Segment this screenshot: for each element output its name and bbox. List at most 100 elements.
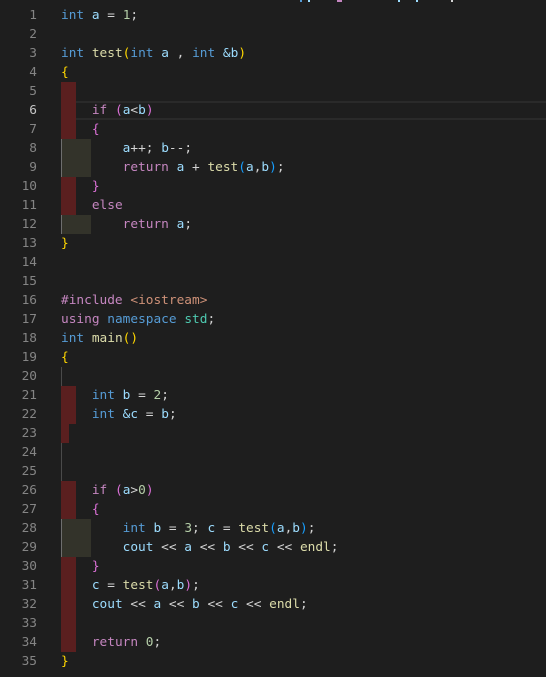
- code-line[interactable]: 26 if (a>0): [0, 481, 546, 500]
- code-line[interactable]: 33: [0, 614, 546, 633]
- code-line[interactable]: 28 int b = 3; c = test(a,b);: [0, 519, 546, 538]
- code-line[interactable]: 20: [0, 367, 546, 386]
- line-number[interactable]: 28: [0, 519, 37, 538]
- code-line[interactable]: 2: [0, 25, 546, 44]
- code-text[interactable]: }: [61, 557, 100, 576]
- code-line[interactable]: 15: [0, 272, 546, 291]
- code-text[interactable]: else: [61, 196, 123, 215]
- code-line[interactable]: 9 return a + test(a,b);: [0, 158, 546, 177]
- code-line[interactable]: 21 int b = 2;: [0, 386, 546, 405]
- line-number[interactable]: 14: [0, 253, 37, 272]
- code-line[interactable]: 6 if (a<b): [0, 101, 546, 120]
- code-text[interactable]: return a;: [61, 215, 192, 234]
- code-text[interactable]: if (a<b): [61, 101, 154, 120]
- line-number[interactable]: 31: [0, 576, 37, 595]
- line-number[interactable]: 18: [0, 329, 37, 348]
- line-number[interactable]: 34: [0, 633, 37, 652]
- line-number[interactable]: 1: [0, 6, 37, 25]
- code-line[interactable]: 11 else: [0, 196, 546, 215]
- code-text[interactable]: {: [61, 120, 100, 139]
- line-number[interactable]: 10: [0, 177, 37, 196]
- code-text[interactable]: #include <iostream>: [61, 291, 207, 310]
- line-number[interactable]: 27: [0, 500, 37, 519]
- line-number[interactable]: 12: [0, 215, 37, 234]
- line-number[interactable]: 8: [0, 139, 37, 158]
- code-line[interactable]: 1 int a = 1;: [0, 6, 546, 25]
- line-number[interactable]: 9: [0, 158, 37, 177]
- line-number[interactable]: 30: [0, 557, 37, 576]
- line-number[interactable]: 35: [0, 652, 37, 671]
- line-number[interactable]: 13: [0, 234, 37, 253]
- code-text[interactable]: c = test(a,b);: [61, 576, 200, 595]
- line-number[interactable]: 16: [0, 291, 37, 310]
- code-text[interactable]: cout << a << b << c << endl;: [61, 595, 308, 614]
- code-line[interactable]: 32 cout << a << b << c << endl;: [0, 595, 546, 614]
- line-number[interactable]: 11: [0, 196, 37, 215]
- code-text[interactable]: int test(int a , int &b): [61, 44, 246, 63]
- code-line[interactable]: 27 {: [0, 500, 546, 519]
- code-line[interactable]: 25: [0, 462, 546, 481]
- line-number[interactable]: 25: [0, 462, 37, 481]
- code-lines[interactable]: 1 int a = 1; 2 3 int test(int a , int &b) 4{5…: [0, 6, 546, 671]
- line-number[interactable]: 15: [0, 272, 37, 291]
- line-number[interactable]: 32: [0, 595, 37, 614]
- code-line[interactable]: 23: [0, 424, 546, 443]
- code-line[interactable]: 4{: [0, 63, 546, 82]
- code-text[interactable]: cout << a << b << c << endl;: [61, 538, 339, 557]
- code-text[interactable]: int &c = b;: [61, 405, 177, 424]
- line-number[interactable]: 20: [0, 367, 37, 386]
- code-line[interactable]: 12 return a;: [0, 215, 546, 234]
- code-text[interactable]: if (a>0): [61, 481, 154, 500]
- line-number[interactable]: 6: [0, 101, 37, 120]
- code-text[interactable]: }: [61, 652, 69, 671]
- line-number[interactable]: 29: [0, 538, 37, 557]
- code-line[interactable]: 34 return 0;: [0, 633, 546, 652]
- line-number[interactable]: 7: [0, 120, 37, 139]
- token-keyword: int: [61, 331, 85, 346]
- code-line[interactable]: 30 }: [0, 557, 546, 576]
- code-text[interactable]: {: [61, 500, 100, 519]
- code-line[interactable]: 35}: [0, 652, 546, 671]
- code-line[interactable]: 22 int &c = b;: [0, 405, 546, 424]
- code-text[interactable]: {: [61, 348, 69, 367]
- code-line[interactable]: 19 {: [0, 348, 546, 367]
- line-number[interactable]: 22: [0, 405, 37, 424]
- code-line[interactable]: 14: [0, 253, 546, 272]
- line-number[interactable]: 23: [0, 424, 37, 443]
- line-number[interactable]: 24: [0, 443, 37, 462]
- line-number[interactable]: 19: [0, 348, 37, 367]
- line-number[interactable]: 3: [0, 44, 37, 63]
- line-number[interactable]: 26: [0, 481, 37, 500]
- code-text[interactable]: }: [61, 177, 100, 196]
- code-text[interactable]: using namespace std;: [61, 310, 215, 329]
- line-number[interactable]: 5: [0, 82, 37, 101]
- line-number[interactable]: 17: [0, 310, 37, 329]
- code-line[interactable]: 16 #include <iostream>: [0, 291, 546, 310]
- code-text[interactable]: return a + test(a,b);: [61, 158, 285, 177]
- line-number[interactable]: 33: [0, 614, 37, 633]
- code-line[interactable]: 3 int test(int a , int &b): [0, 44, 546, 63]
- line-number[interactable]: 21: [0, 386, 37, 405]
- code-text[interactable]: int b = 3; c = test(a,b);: [61, 519, 316, 538]
- code-line[interactable]: 8 a++; b--;: [0, 139, 546, 158]
- code-line[interactable]: 24: [0, 443, 546, 462]
- code-text[interactable]: return 0;: [61, 633, 161, 652]
- code-text[interactable]: int b = 2;: [61, 386, 169, 405]
- code-line[interactable]: 17 using namespace std;: [0, 310, 546, 329]
- code-line[interactable]: 13}: [0, 234, 546, 253]
- line-number[interactable]: 4: [0, 63, 37, 82]
- code-text[interactable]: a++; b--;: [61, 139, 192, 158]
- code-text[interactable]: int main(): [61, 329, 138, 348]
- code-text[interactable]: int a = 1;: [61, 6, 138, 25]
- code-text[interactable]: }: [61, 234, 69, 253]
- code-line[interactable]: 18 int main(): [0, 329, 546, 348]
- code-line[interactable]: 7 {: [0, 120, 546, 139]
- code-line[interactable]: 31 c = test(a,b);: [0, 576, 546, 595]
- code-text[interactable]: {: [61, 63, 69, 82]
- code-line[interactable]: 5: [0, 82, 546, 101]
- code-line[interactable]: 10 }: [0, 177, 546, 196]
- code-line[interactable]: 29 cout << a << b << c << endl;: [0, 538, 546, 557]
- code-editor[interactable]: 1 int a = 1; 2 3 int test(int a , int &b) 4{5…: [0, 0, 546, 677]
- line-number[interactable]: 2: [0, 25, 37, 44]
